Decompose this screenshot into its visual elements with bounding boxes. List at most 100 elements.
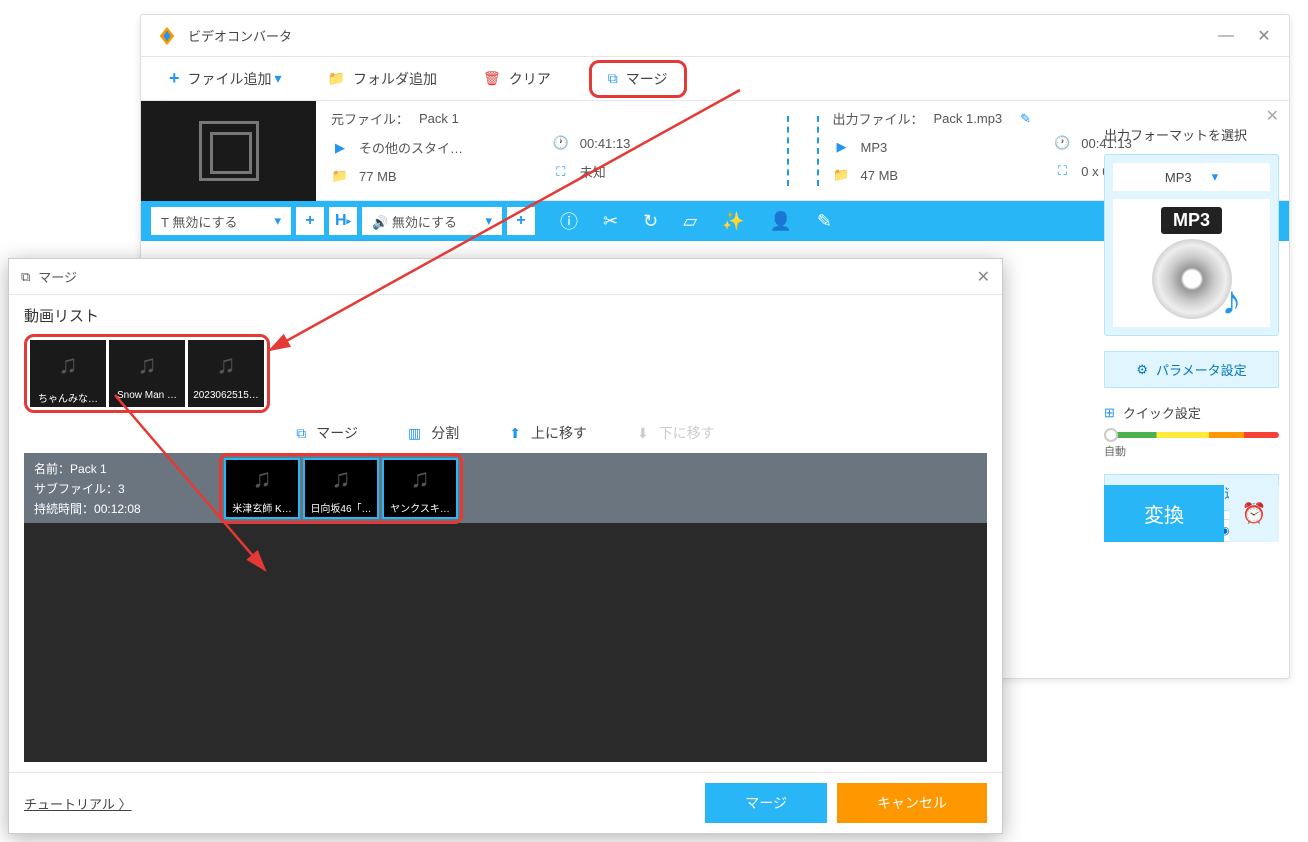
hardcode-button[interactable]: H▸	[329, 207, 357, 235]
video-list-title: 動画リスト	[24, 305, 987, 326]
add-text-button[interactable]: +	[296, 207, 324, 235]
audio-select[interactable]: 🔊 無効にする▾	[362, 207, 502, 235]
source-label: 元ファイル：	[331, 109, 409, 128]
action-split[interactable]: ▥分割	[408, 423, 459, 443]
expand-icon: ⛶	[552, 163, 570, 181]
output-size: 47 MB	[861, 168, 899, 183]
parameter-settings-button[interactable]: ⚙ パラメータ設定	[1104, 351, 1279, 388]
format-value: MP3	[1165, 170, 1192, 185]
info-tool-icon[interactable]: ⓘ	[560, 208, 578, 234]
pack-name: Pack 1	[70, 462, 107, 476]
video-item[interactable]: ♫ ちゃんみな…	[30, 340, 106, 407]
slider-label: 自動	[1104, 443, 1279, 459]
video-name: ちゃんみな…	[30, 388, 106, 407]
pack-item[interactable]: ♫ 米津玄師 K…	[224, 458, 300, 519]
music-note-icon: ♪	[1222, 279, 1242, 324]
add-file-label: ファイル追加	[188, 69, 272, 89]
cut-tool-icon[interactable]: ✂	[603, 211, 618, 232]
disc-icon	[1152, 239, 1232, 319]
action-merge[interactable]: ⧉マージ	[296, 423, 358, 443]
format-box: MP3 ▾ MP3 ♪	[1104, 154, 1279, 336]
chevron-down-icon: ▾	[1212, 169, 1219, 185]
output-format: MP3	[861, 140, 888, 155]
music-note-icon: ♫	[410, 463, 430, 494]
clock-icon: 🕐	[552, 134, 570, 152]
dialog-title: マージ	[38, 267, 77, 286]
sliders-icon: ⚙	[1136, 362, 1148, 378]
merge-button[interactable]: ⧉ マージ	[589, 60, 687, 98]
clear-button[interactable]: 🗑 クリア	[475, 65, 559, 93]
quick-label: クイック設定	[1123, 403, 1201, 422]
chevron-down-icon: ▾	[275, 70, 282, 87]
pack-info: 名前：Pack 1 サブファイル：3 持続時間：00:12:08	[34, 460, 204, 517]
schedule-button[interactable]: ⏰	[1229, 485, 1279, 542]
subtitle-tool-icon[interactable]: ✎	[817, 211, 832, 232]
output-name: Pack 1.mp3	[934, 111, 1003, 126]
folder-icon: 📁	[833, 166, 851, 184]
plus-icon: +	[169, 68, 180, 89]
add-file-button[interactable]: + ファイル追加 ▾	[161, 64, 290, 93]
text-select[interactable]: T 無効にする▾	[151, 207, 291, 235]
convert-button[interactable]: 変換	[1104, 485, 1224, 542]
video-name: 2023062515…	[188, 388, 264, 403]
merge-label: マージ	[626, 69, 668, 89]
trash-icon: 🗑	[483, 70, 501, 87]
merge-dialog-icon: ⧉	[21, 269, 30, 285]
video-item[interactable]: ♫ 2023062515…	[188, 340, 264, 407]
pack-bar: 名前：Pack 1 サブファイル：3 持続時間：00:12:08 ♫ 米津玄師 …	[24, 453, 987, 523]
format-panel-title: 出力フォーマットを選択	[1104, 125, 1279, 144]
add-audio-button[interactable]: +	[507, 207, 535, 235]
action-move-down: ⬇下に移す	[637, 423, 715, 443]
dialog-body: 動画リスト ♫ ちゃんみな… ♫ Snow Man … ♫ 2023062515…	[9, 295, 1002, 772]
dialog-cancel-button[interactable]: キャンセル	[837, 783, 987, 823]
folder-plus-icon: 📁	[328, 70, 345, 87]
source-style: その他のスタイ…	[359, 138, 463, 157]
source-dim: 未知	[580, 162, 606, 181]
main-toolbar: + ファイル追加 ▾ 📁 フォルダ追加 🗑 クリア ⧉ マージ	[141, 57, 1289, 101]
right-panel: 出力フォーマットを選択 MP3 ▾ MP3 ♪ ⚙ パラメータ設定 ⊞	[1094, 115, 1289, 552]
music-note-icon: ♫	[137, 349, 157, 380]
output-label: 出力ファイル：	[833, 109, 924, 128]
pack-item[interactable]: ♫ 日向坂46「…	[303, 458, 379, 519]
quality-slider[interactable]	[1104, 432, 1279, 438]
play-icon: ▶	[833, 138, 851, 156]
clear-label: クリア	[509, 69, 551, 89]
rotate-tool-icon[interactable]: ↻	[643, 211, 658, 232]
dialog-merge-button[interactable]: マージ	[705, 783, 827, 823]
pack-subcount: 3	[118, 482, 125, 496]
titlebar: ビデオコンバータ — ✕	[141, 15, 1289, 57]
dialog-actions: ⧉マージ ▥分割 ⬆上に移す ⬇下に移す	[24, 413, 987, 453]
add-folder-button[interactable]: 📁 フォルダ追加	[320, 65, 445, 93]
tutorial-link[interactable]: チュートリアル 〉	[24, 794, 131, 813]
video-item[interactable]: ♫ Snow Man …	[109, 340, 185, 407]
dark-area	[24, 523, 987, 762]
video-list: ♫ ちゃんみな… ♫ Snow Man … ♫ 2023062515…	[24, 334, 270, 413]
dialog-footer: チュートリアル 〉 マージ キャンセル	[9, 772, 1002, 833]
expand-icon: ⛶	[1053, 162, 1071, 180]
source-size: 77 MB	[359, 169, 397, 184]
effects-tool-icon[interactable]: ✨	[722, 211, 744, 232]
dialog-titlebar: ⧉ マージ ✕	[9, 259, 1002, 295]
format-badge: MP3	[1161, 207, 1222, 234]
close-button[interactable]: ✕	[1254, 26, 1274, 46]
watermark-tool-icon[interactable]: 👤	[769, 211, 791, 232]
app-logo-icon	[156, 25, 178, 47]
crop-tool-icon[interactable]: ▱	[683, 211, 697, 232]
merge-dialog: ⧉ マージ ✕ 動画リスト ♫ ちゃんみな… ♫ Snow Man … ♫ 20…	[8, 258, 1003, 834]
source-duration: 00:41:13	[580, 136, 631, 151]
music-note-icon: ♫	[252, 463, 272, 494]
action-move-up[interactable]: ⬆上に移す	[509, 423, 587, 443]
minimize-button[interactable]: —	[1216, 26, 1236, 46]
merge-icon: ⧉	[296, 425, 306, 442]
pack-duration: 00:12:08	[94, 502, 141, 516]
app-title: ビデオコンバータ	[188, 26, 1216, 45]
window-controls: — ✕	[1216, 26, 1274, 46]
edit-icon[interactable]: ✎	[1020, 111, 1031, 127]
dialog-close-button[interactable]: ✕	[977, 267, 990, 287]
format-select[interactable]: MP3 ▾	[1113, 163, 1270, 191]
arrow-down-icon: ⬇	[637, 425, 649, 442]
music-note-icon: ♫	[331, 463, 351, 494]
param-label: パラメータ設定	[1156, 360, 1247, 379]
file-thumbnail[interactable]	[141, 101, 316, 201]
pack-item[interactable]: ♫ ヤンクスキ…	[382, 458, 458, 519]
